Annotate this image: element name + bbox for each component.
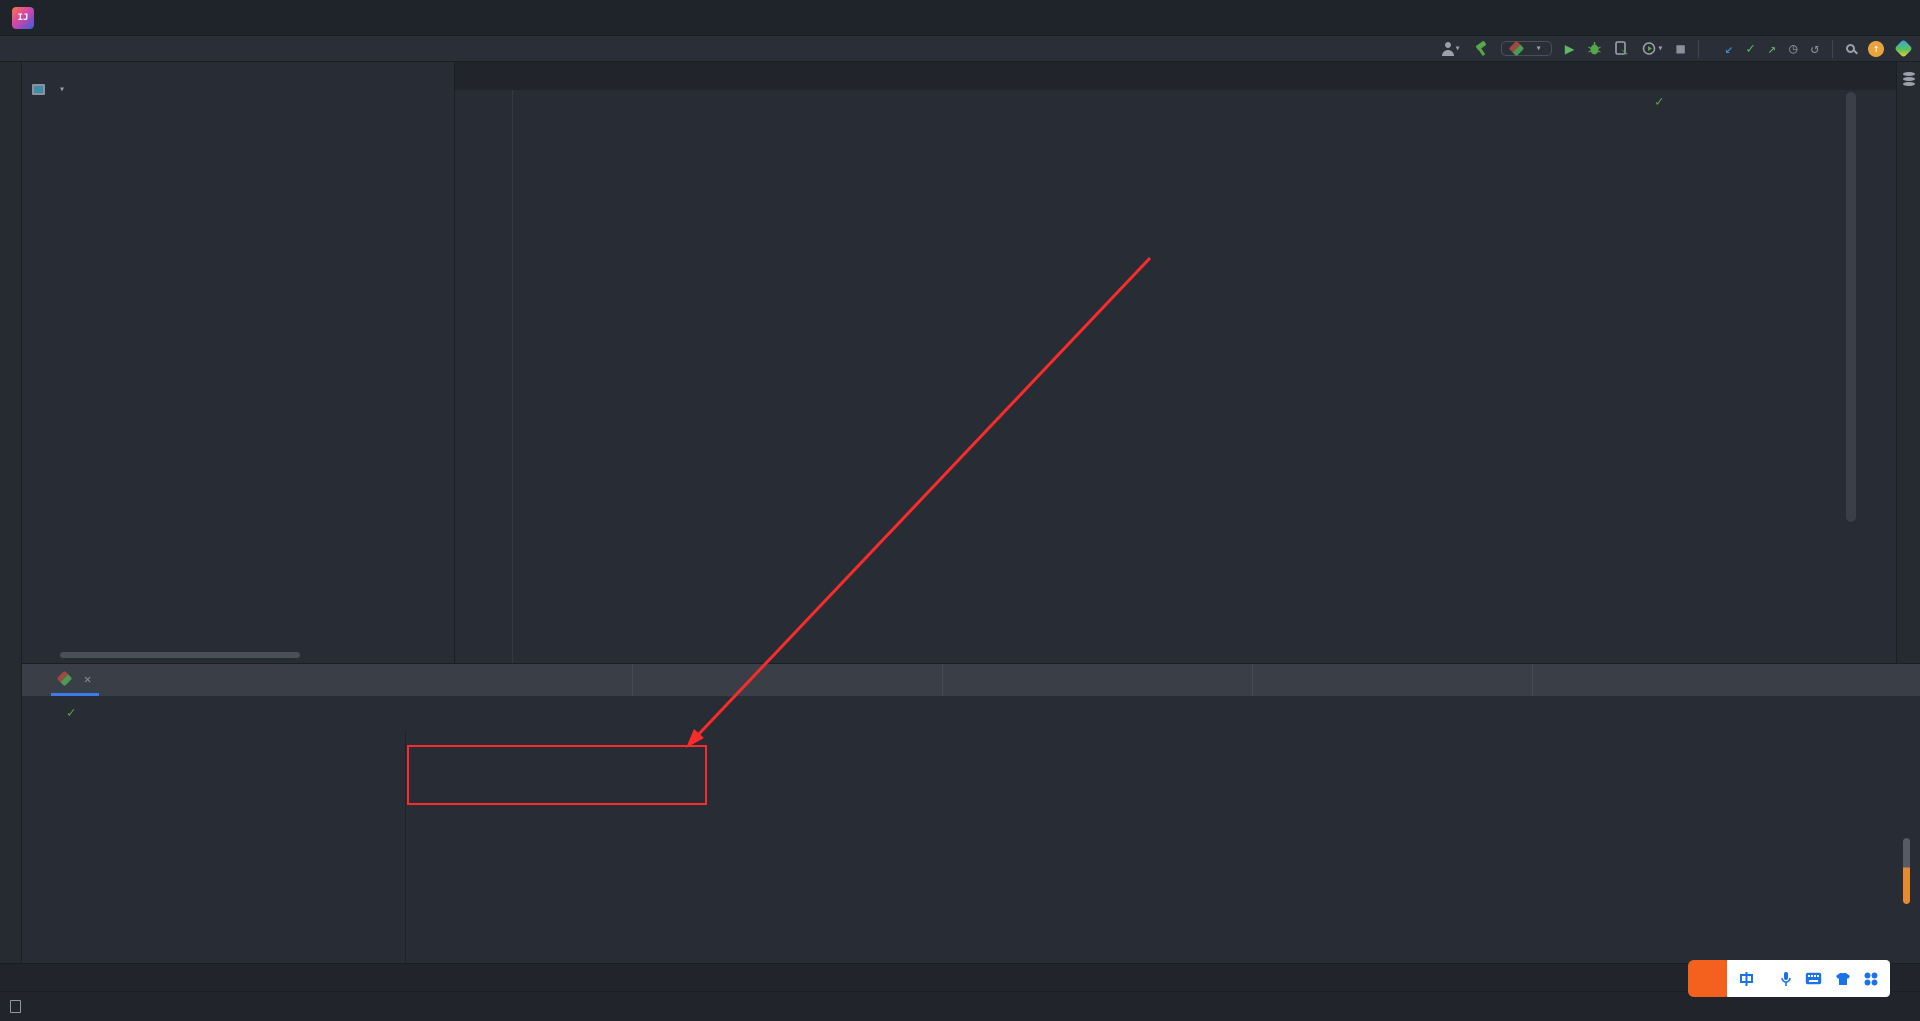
- project-view-icon: [32, 83, 45, 95]
- close-icon[interactable]: ✕: [84, 672, 91, 686]
- ime-toolbox-icon[interactable]: [1864, 972, 1878, 986]
- ime-keyboard-icon[interactable]: [1805, 972, 1822, 985]
- ime-mic-icon[interactable]: [1780, 971, 1792, 987]
- ime-bar: [1688, 960, 1890, 997]
- test-toolbar: ✓: [22, 696, 1920, 730]
- user-icon[interactable]: ▾: [1441, 41, 1461, 56]
- intellij-logo-icon: IJ: [12, 6, 34, 29]
- main-toolbar: ▾ ▾ ▶ ▾ ■ ↙ ✓ ↗ ◷ ↺ ↑: [1441, 36, 1913, 62]
- chevron-down-icon: ▾: [1535, 43, 1542, 54]
- status-bar: [0, 991, 1920, 1021]
- run-tab[interactable]: ✕: [51, 664, 100, 696]
- run-panel-header: ✕: [22, 664, 1920, 696]
- git-history-button[interactable]: ◷: [1789, 41, 1797, 57]
- profiler-button[interactable]: ▾: [1642, 41, 1663, 56]
- editor-tabs: [455, 62, 1896, 90]
- junit-icon: [1508, 40, 1524, 57]
- ime-chinese-icon[interactable]: [1739, 971, 1754, 987]
- navigation-bar: ▾ ▾ ▶ ▾ ■ ↙ ✓ ↗ ◷ ↺ ↑: [0, 36, 1920, 62]
- code-area[interactable]: ✓: [455, 90, 1896, 663]
- search-everywhere-icon[interactable]: [1846, 44, 1855, 53]
- plugin-logo-icon: [1894, 39, 1913, 58]
- run-tool-window: ✕ ✓: [22, 663, 1920, 963]
- build-hammer-icon[interactable]: [1474, 42, 1488, 56]
- run-configuration-select[interactable]: ▾: [1500, 40, 1552, 57]
- right-tool-stripe: [1896, 62, 1920, 663]
- ide-window: IJ ▾ ▾ ▶ ▾ ■ ↙ ✓ ↗ ◷ ↺ ↑ ▾ ✓ ✕ ✓: [0, 0, 1920, 1021]
- editor-scrollbar[interactable]: [1846, 92, 1856, 522]
- menu-bar: IJ: [0, 0, 1920, 36]
- toolbar-divider: [1697, 39, 1699, 58]
- toolbar-divider: [1832, 39, 1833, 58]
- console-scrollbar[interactable]: [1903, 838, 1910, 904]
- junit-icon: [56, 670, 73, 687]
- update-available-icon[interactable]: ↑: [1868, 40, 1884, 57]
- coverage-button[interactable]: [1615, 41, 1629, 56]
- project-panel: ▾: [22, 62, 455, 663]
- ime-skin-icon[interactable]: [1835, 972, 1851, 986]
- database-icon: [1902, 72, 1915, 86]
- debug-button[interactable]: [1587, 41, 1602, 56]
- layout-icon[interactable]: [10, 1000, 21, 1013]
- git-push-button[interactable]: ↗: [1768, 41, 1776, 57]
- tests-passed-icon: ✓: [67, 705, 76, 721]
- sogou-logo-icon[interactable]: [1688, 960, 1731, 997]
- project-panel-header: ▾: [22, 74, 454, 104]
- git-update-button[interactable]: ↙: [1725, 41, 1733, 57]
- horizontal-scrollbar[interactable]: [60, 652, 300, 658]
- console-output[interactable]: [406, 730, 1920, 963]
- editor: ✓: [455, 62, 1896, 663]
- tool-window-bar: [0, 963, 1920, 991]
- stop-button[interactable]: ■: [1676, 41, 1684, 57]
- run-button[interactable]: ▶: [1565, 39, 1575, 58]
- inspections-widget[interactable]: ✓: [1655, 94, 1696, 110]
- test-tree: [54, 730, 406, 963]
- git-rollback-button[interactable]: ↺: [1811, 41, 1819, 57]
- left-tool-stripe: [0, 62, 22, 963]
- git-commit-button[interactable]: ✓: [1746, 41, 1754, 57]
- inspections-ok-icon: ✓: [1655, 94, 1664, 110]
- chevron-down-icon[interactable]: ▾: [59, 84, 65, 95]
